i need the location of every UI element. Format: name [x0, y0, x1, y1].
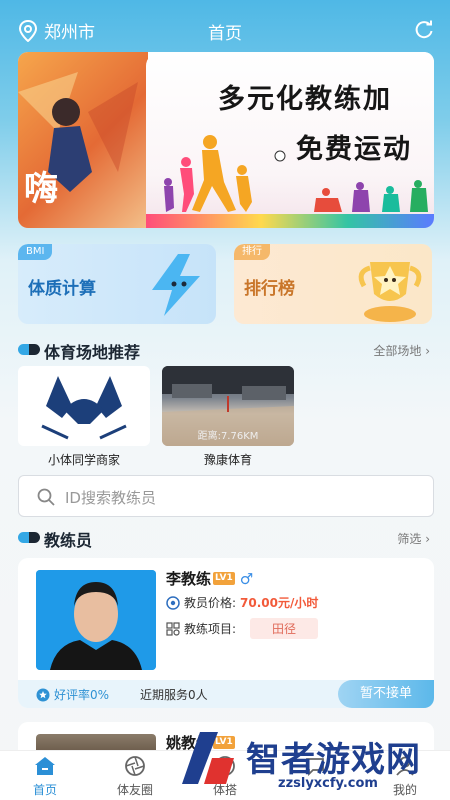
tab-partner[interactable]: 体搭: [180, 755, 270, 798]
venue-distance: 距离:7.76KM: [197, 431, 259, 442]
price-value: 70.00元/小时: [240, 596, 319, 610]
coach-avatar: [36, 570, 156, 670]
filter-button[interactable]: 筛选 ›: [397, 530, 430, 547]
chevron-right-icon: ›: [425, 532, 430, 546]
home-icon: [35, 757, 55, 775]
promo-banner[interactable]: 嗨 多元化教练加 免费运动: [18, 52, 434, 228]
all-venues-link[interactable]: 全部场地 ›: [373, 342, 430, 359]
bottom-tab-bar: 首页 体友圈 体搭 我的: [0, 750, 450, 800]
venue-card[interactable]: 距离:7.76KM 豫康体育: [162, 366, 294, 468]
filter-label: 筛选: [397, 532, 422, 546]
message-icon: [306, 758, 324, 777]
coach-name-row: 李教练 LV1 ♂: [166, 568, 253, 589]
tab-mine[interactable]: 我的: [360, 755, 450, 798]
coaches-section-header: 教练员 筛选 ›: [18, 526, 434, 550]
tab-label: 首页: [32, 783, 57, 797]
tab-label: 我的: [392, 783, 417, 797]
coach-card-footer: 好评率0% 近期服务0人 暂不接单: [18, 680, 434, 708]
search-icon: [37, 488, 55, 506]
grid-icon: [166, 621, 180, 636]
tab-messages[interactable]: [270, 755, 360, 781]
page-title: 首页: [208, 24, 242, 44]
ranking-label: 排行榜: [244, 279, 295, 299]
rating-info: 好评率0%: [36, 686, 109, 703]
camera-aperture-icon: [125, 756, 145, 776]
plus-icon: [215, 756, 235, 776]
bmi-tag: BMI: [18, 244, 53, 260]
banner-side-text: 嗨: [24, 169, 58, 209]
lightning-icon: [152, 254, 200, 316]
venues-section-title: 体育场地推荐: [44, 343, 141, 362]
ranking-tag: 排行: [234, 244, 270, 260]
bmi-card[interactable]: BMI 体质计算: [18, 244, 216, 324]
coach-name: 李教练: [166, 570, 212, 588]
venue-image: [18, 366, 150, 446]
level-badge: LV1: [213, 736, 235, 749]
venue-card[interactable]: 小体同学商家: [18, 366, 150, 468]
coach-card[interactable]: 李教练 LV1 ♂ 教员价格: 70.00元/小时 教练项目: 田径 好评率0%…: [18, 558, 434, 708]
venues-section-header: 体育场地推荐 全部场地 ›: [18, 338, 434, 362]
banner-track: [146, 214, 434, 228]
section-pill-icon: [18, 344, 40, 355]
tab-home[interactable]: 首页: [0, 755, 90, 798]
banner-side-image: 嗨: [18, 52, 148, 228]
tab-label: 体搭: [212, 783, 237, 797]
ranking-card[interactable]: 排行 排行榜: [234, 244, 432, 324]
price-label: 教员价格:: [184, 596, 237, 610]
project-label: 教练项目:: [184, 622, 237, 636]
venue-name: 豫康体育: [203, 453, 252, 467]
all-venues-label: 全部场地: [373, 344, 422, 358]
trophy-icon: [358, 262, 422, 322]
price-row: 教员价格: 70.00元/小时: [166, 594, 318, 611]
section-pill-icon: [18, 532, 40, 543]
price-icon: [166, 595, 180, 610]
top-bar: 郑州市 首页: [0, 0, 450, 60]
athletes-illustration: [164, 135, 428, 212]
banner-main: 多元化教练加 免费运动: [146, 52, 434, 228]
tab-label: 体友圈: [116, 783, 153, 797]
refresh-icon[interactable]: [414, 20, 434, 40]
venue-name: 小体同学商家: [47, 453, 120, 467]
chevron-right-icon: ›: [425, 344, 430, 358]
star-badge-icon: [36, 688, 50, 701]
project-tag: 田径: [250, 618, 319, 639]
project-row: 教练项目: 田径: [166, 618, 319, 639]
coach-search-input[interactable]: ID搜索教练员: [18, 475, 434, 517]
recent-service: 近期服务0人: [140, 688, 208, 702]
order-status-button[interactable]: 暂不接单: [338, 680, 434, 708]
search-placeholder: ID搜索教练员: [65, 489, 156, 507]
coaches-section-title: 教练员: [44, 531, 93, 550]
venue-image: 距离:7.76KM: [162, 366, 294, 446]
user-icon: [396, 756, 414, 776]
handshake-logo-icon: [41, 376, 127, 440]
tab-circle[interactable]: 体友圈: [90, 755, 180, 798]
male-icon: ♂: [239, 569, 254, 588]
level-badge: LV1: [213, 572, 235, 585]
rating-text: 好评率0%: [54, 688, 110, 702]
bmi-label: 体质计算: [28, 279, 96, 299]
feature-cards: BMI 体质计算 排行 排行榜: [18, 244, 434, 324]
